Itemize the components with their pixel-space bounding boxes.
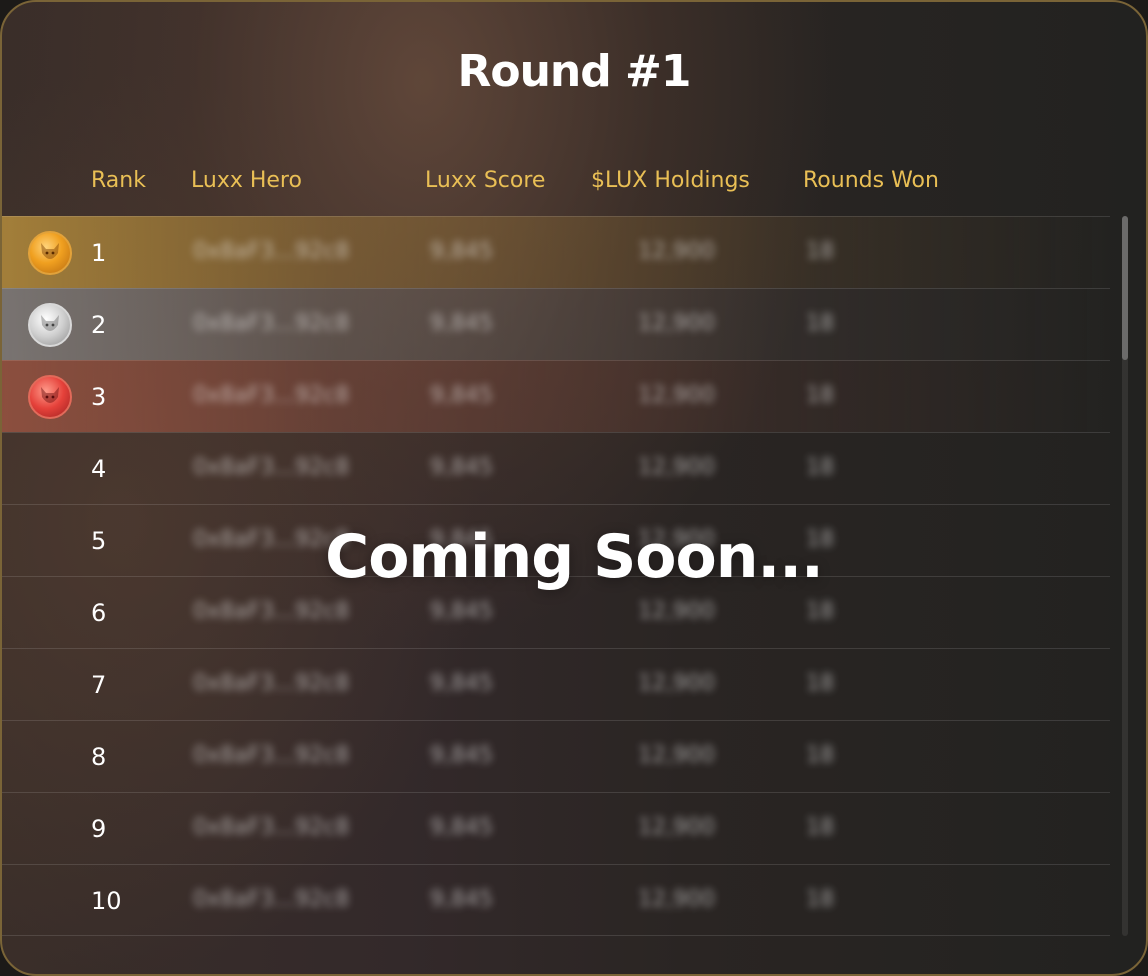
hero-address: 0x8aF3...92c8	[193, 383, 350, 408]
hero-address: 0x8aF3...92c8	[193, 239, 350, 264]
table-row: 10 0x8aF3...92c8 9,845 12,900 18	[2, 864, 1110, 936]
bronze-fox-medal-icon	[28, 375, 72, 419]
table-row: 4 0x8aF3...92c8 9,845 12,900 18	[2, 432, 1110, 504]
rank-number: 6	[91, 599, 107, 627]
column-header-rank: Rank	[91, 168, 146, 193]
lux-holdings: 12,900	[638, 239, 715, 264]
rank-number: 2	[91, 311, 107, 339]
coming-soon-overlay: Coming Soon...	[325, 522, 824, 592]
rounds-won: 18	[806, 743, 834, 768]
table-row: 7 0x8aF3...92c8 9,845 12,900 18	[2, 648, 1110, 720]
column-header-rounds-won: Rounds Won	[803, 168, 939, 193]
luxx-score: 9,845	[430, 455, 493, 480]
rounds-won: 18	[806, 671, 834, 696]
table-row: 3 0x8aF3...92c8 9,845 12,900 18	[2, 360, 1110, 432]
lux-holdings: 12,900	[638, 599, 715, 624]
hero-address: 0x8aF3...92c8	[193, 599, 350, 624]
hero-address: 0x8aF3...92c8	[193, 311, 350, 336]
luxx-score: 9,845	[430, 599, 493, 624]
rounds-won: 18	[806, 383, 834, 408]
lux-holdings: 12,900	[638, 311, 715, 336]
luxx-score: 9,845	[430, 815, 493, 840]
luxx-score: 9,845	[430, 671, 493, 696]
hero-address: 0x8aF3...92c8	[193, 815, 350, 840]
luxx-score: 9,845	[430, 383, 493, 408]
rounds-won: 18	[806, 455, 834, 480]
lux-holdings: 12,900	[638, 455, 715, 480]
rank-number: 4	[91, 455, 107, 483]
column-header-score: Luxx Score	[425, 168, 546, 193]
lux-holdings: 12,900	[638, 383, 715, 408]
rank-number: 1	[91, 239, 107, 267]
hero-address: 0x8aF3...92c8	[193, 743, 350, 768]
leaderboard-panel: Round #1 Rank Luxx Hero Luxx Score $LUX …	[0, 0, 1148, 976]
luxx-score: 9,845	[430, 743, 493, 768]
column-header-hero: Luxx Hero	[191, 168, 302, 193]
hero-address: 0x8aF3...92c8	[193, 671, 350, 696]
column-header-holdings: $LUX Holdings	[591, 168, 750, 193]
rank-number: 8	[91, 743, 107, 771]
rank-number: 3	[91, 383, 107, 411]
luxx-score: 9,845	[430, 311, 493, 336]
lux-holdings: 12,900	[638, 743, 715, 768]
rounds-won: 18	[806, 239, 834, 264]
hero-address: 0x8aF3...92c8	[193, 455, 350, 480]
rounds-won: 18	[806, 815, 834, 840]
rank-number: 9	[91, 815, 107, 843]
rank-number: 7	[91, 671, 107, 699]
scrollbar-thumb[interactable]	[1122, 216, 1128, 360]
gold-fox-medal-icon	[28, 231, 72, 275]
table-header: Rank Luxx Hero Luxx Score $LUX Holdings …	[2, 168, 1146, 200]
table-row: 8 0x8aF3...92c8 9,845 12,900 18	[2, 720, 1110, 792]
lux-holdings: 12,900	[638, 671, 715, 696]
rank-number: 10	[91, 887, 122, 915]
lux-holdings: 12,900	[638, 815, 715, 840]
luxx-score: 9,845	[430, 887, 493, 912]
rounds-won: 18	[806, 599, 834, 624]
table-row: 2 0x8aF3...92c8 9,845 12,900 18	[2, 288, 1110, 360]
table-row: 1 0x8aF3...92c8 9,845 12,900 18	[2, 216, 1110, 288]
rounds-won: 18	[806, 311, 834, 336]
table-row: 9 0x8aF3...92c8 9,845 12,900 18	[2, 792, 1110, 864]
round-title: Round #1	[457, 46, 691, 97]
rounds-won: 18	[806, 887, 834, 912]
silver-fox-medal-icon	[28, 303, 72, 347]
hero-address: 0x8aF3...92c8	[193, 887, 350, 912]
luxx-score: 9,845	[430, 239, 493, 264]
lux-holdings: 12,900	[638, 887, 715, 912]
